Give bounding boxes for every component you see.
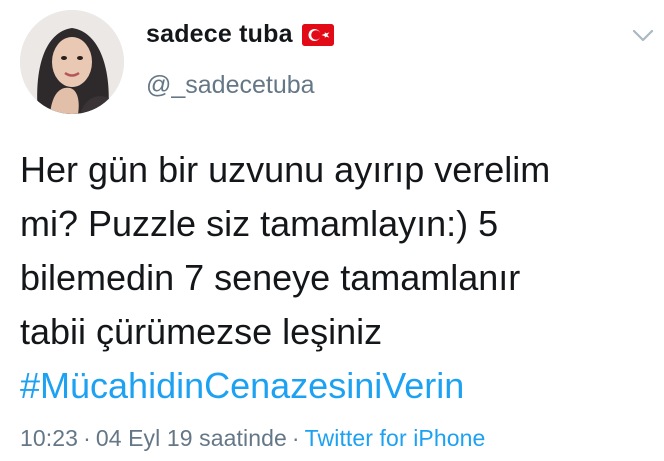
meta-separator: · (291, 425, 300, 451)
tweet-text-line: Her gün bir uzvunu ayırıp verelim (20, 149, 551, 190)
user-handle[interactable]: @_sadecetuba (146, 71, 315, 100)
display-name[interactable]: sadece tuba (146, 20, 293, 49)
tweet-card: sadece tuba @_sadecetuba Her gün bir uzv… (0, 0, 664, 461)
tweet-text: Her gün bir uzvunu ayırıp verelim mi? Pu… (20, 143, 650, 413)
chevron-down-icon[interactable] (632, 28, 654, 44)
tweet-text-line: tabii çürümezse leşiniz (20, 311, 383, 352)
avatar[interactable] (20, 10, 124, 114)
tweet-source-link[interactable]: Twitter for iPhone (305, 425, 486, 451)
tweet-text-line: mi? Puzzle siz tamamlayın:) 5 (20, 203, 499, 244)
avatar-photo (20, 10, 124, 114)
tweet-meta: 10:23 · 04 Eyl 19 saatinde · Twitter for iPh… (20, 425, 485, 452)
turkey-flag-icon (301, 23, 334, 46)
tweet-text-line: bilemedin 7 seneye tamamlanır (20, 257, 521, 298)
tweet-time[interactable]: 10:23 (20, 425, 78, 451)
hashtag-link[interactable]: #MücahidinCenazesiniVerin (20, 359, 650, 413)
tweet-date[interactable]: 04 Eyl 19 saatinde (96, 425, 287, 451)
meta-separator: · (83, 425, 91, 451)
author-name-row[interactable]: sadece tuba (146, 20, 334, 49)
